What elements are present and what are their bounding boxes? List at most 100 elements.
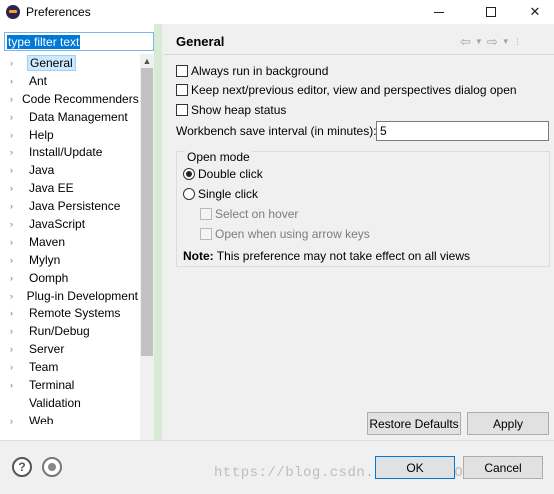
- tree-item-label: Install/Update: [29, 145, 103, 160]
- dialog-button-bar: ? https://blog.csdn.net/@51CTO博客 OK Canc…: [0, 440, 554, 494]
- always-run-background-checkbox[interactable]: [176, 65, 188, 77]
- tree-item[interactable]: › Terminal: [6, 376, 140, 394]
- ok-button[interactable]: OK: [375, 456, 455, 479]
- expand-arrow-icon[interactable]: ›: [10, 308, 20, 318]
- expand-arrow-icon[interactable]: ›: [10, 201, 20, 211]
- minimize-button[interactable]: [416, 0, 462, 24]
- select-on-hover-checkbox: [200, 208, 212, 220]
- preference-page: General ⇦ ▼ ⇨ ▼ ⋮ Always run in background…: [164, 24, 554, 440]
- tree-item[interactable]: › Mylyn: [6, 251, 140, 269]
- show-heap-status-option[interactable]: Show heap status: [176, 102, 286, 118]
- keep-next-previous-checkbox[interactable]: [176, 84, 188, 96]
- expand-arrow-icon[interactable]: ›: [10, 344, 20, 354]
- tree-item[interactable]: › Help: [6, 126, 140, 144]
- tree-item-label: Web: [29, 413, 54, 424]
- tree-item[interactable]: › General: [6, 54, 140, 72]
- show-heap-status-checkbox[interactable]: [176, 104, 188, 116]
- tree-item-label: Help: [29, 127, 54, 142]
- tree-item[interactable]: › JavaScript: [6, 215, 140, 233]
- tree-item-label: Team: [29, 360, 59, 375]
- single-click-label: Single click: [198, 187, 259, 201]
- expand-arrow-icon[interactable]: ›: [10, 326, 20, 336]
- tree-item-label: General: [27, 54, 76, 71]
- tree-item[interactable]: › Oomph: [6, 269, 140, 287]
- scroll-up-icon[interactable]: ▲: [140, 54, 154, 68]
- open-arrow-keys-label: Open when using arrow keys: [215, 227, 370, 241]
- close-button[interactable]: ✕: [512, 0, 554, 24]
- expand-arrow-icon[interactable]: ›: [10, 255, 20, 265]
- open-mode-group: Open mode Double click Single click Sele…: [176, 150, 550, 267]
- filter-selected-text: type filter text: [7, 35, 81, 49]
- tree-item[interactable]: › Java: [6, 161, 140, 179]
- always-run-background-option[interactable]: Always run in background: [176, 63, 328, 79]
- expand-arrow-icon[interactable]: ›: [10, 147, 20, 157]
- single-click-option[interactable]: Single click: [183, 186, 258, 202]
- restore-defaults-button[interactable]: Restore Defaults: [367, 412, 461, 435]
- title-divider: [164, 54, 554, 55]
- double-click-option[interactable]: Double click: [183, 166, 263, 182]
- tree-item[interactable]: › Remote Systems: [6, 304, 140, 322]
- expand-arrow-icon[interactable]: ›: [10, 112, 20, 122]
- tree-item[interactable]: › Java Persistence: [6, 197, 140, 215]
- help-icon[interactable]: ?: [12, 457, 32, 477]
- back-arrow-icon[interactable]: ⇦: [460, 34, 471, 50]
- tree-item[interactable]: › Team: [6, 358, 140, 376]
- tree-item-label: Maven: [29, 234, 66, 249]
- expand-arrow-icon[interactable]: ›: [10, 165, 20, 175]
- expand-arrow-icon[interactable]: ›: [10, 362, 20, 372]
- tree-item-label: Code Recommenders: [22, 91, 139, 106]
- back-dropdown-icon[interactable]: ▼: [475, 37, 483, 50]
- note-label: Note:: [183, 249, 214, 263]
- tree-item[interactable]: › Data Management: [6, 108, 140, 126]
- expand-arrow-icon[interactable]: ›: [10, 76, 20, 86]
- expand-arrow-icon[interactable]: ›: [10, 291, 18, 301]
- expand-arrow-icon[interactable]: ›: [10, 380, 20, 390]
- expand-arrow-icon[interactable]: ›: [10, 94, 13, 104]
- expand-arrow-icon[interactable]: ›: [10, 237, 20, 247]
- preferences-tree-pane: type filter text ›General›Ant›Code Recom…: [0, 24, 162, 462]
- double-click-radio[interactable]: [183, 168, 195, 180]
- apply-button[interactable]: Apply: [467, 412, 549, 435]
- tree-vertical-scrollbar[interactable]: ▲ ▼: [140, 54, 154, 450]
- tree-item-label: Validation: [29, 395, 81, 410]
- tree-item[interactable]: › Run/Debug: [6, 322, 140, 340]
- sash-divider[interactable]: [154, 24, 162, 440]
- forward-arrow-icon[interactable]: ⇨: [487, 34, 498, 50]
- keep-next-previous-option[interactable]: Keep next/previous editor, view and pers…: [176, 82, 517, 98]
- forward-dropdown-icon[interactable]: ▼: [502, 37, 510, 50]
- cancel-button[interactable]: Cancel: [463, 456, 543, 479]
- page-title: General: [176, 34, 225, 49]
- always-run-background-label: Always run in background: [191, 64, 329, 78]
- open-arrow-keys-option: Open when using arrow keys: [200, 226, 370, 242]
- single-click-radio[interactable]: [183, 188, 195, 200]
- scrollbar-thumb[interactable]: [141, 68, 153, 356]
- expand-arrow-icon[interactable]: ›: [10, 58, 20, 68]
- tree-item-label: JavaScript: [29, 216, 86, 231]
- expand-arrow-icon[interactable]: ›: [10, 219, 20, 229]
- tree-item[interactable]: › Plug-in Development: [6, 287, 140, 305]
- tree-item-label: Plug-in Development: [26, 288, 138, 303]
- select-on-hover-label: Select on hover: [215, 207, 299, 221]
- save-interval-label: Workbench save interval (in minutes):: [176, 124, 377, 138]
- tree-item[interactable]: › Java EE: [6, 179, 140, 197]
- tree-item[interactable]: › Server: [6, 340, 140, 358]
- tree-item[interactable]: › Ant: [6, 72, 140, 90]
- save-interval-input[interactable]: 5: [376, 121, 549, 141]
- tree-item[interactable]: › Install/Update: [6, 143, 140, 161]
- tree-item-label: Java: [29, 163, 55, 178]
- view-menu-icon[interactable]: ⋮: [514, 37, 522, 50]
- tree-item[interactable]: Validation: [6, 394, 140, 412]
- tree-item[interactable]: › Web: [6, 412, 140, 424]
- tree-item[interactable]: › Code Recommenders: [6, 90, 140, 108]
- filter-input-box[interactable]: type filter text: [4, 32, 154, 51]
- expand-arrow-icon[interactable]: ›: [10, 130, 20, 140]
- tree-item-label: Mylyn: [29, 252, 61, 267]
- expand-arrow-icon[interactable]: ›: [10, 416, 20, 424]
- tree-item[interactable]: › Maven: [6, 233, 140, 251]
- record-icon[interactable]: [42, 457, 62, 477]
- expand-arrow-icon[interactable]: ›: [10, 183, 20, 193]
- tree-item-label: Java Persistence: [29, 199, 121, 214]
- expand-arrow-icon[interactable]: ›: [10, 273, 20, 283]
- maximize-button[interactable]: [468, 0, 514, 24]
- eclipse-icon: [6, 5, 20, 19]
